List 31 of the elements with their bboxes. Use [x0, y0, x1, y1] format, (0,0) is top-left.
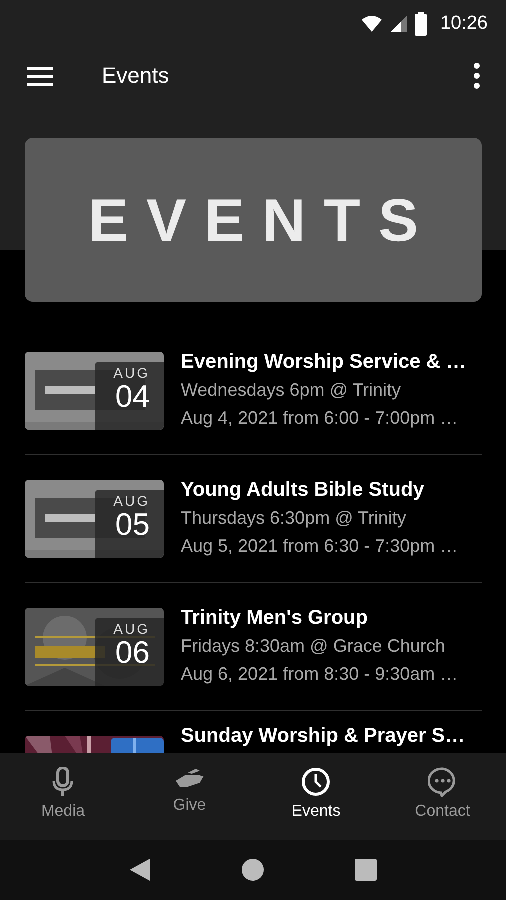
nav-tab[interactable]: Media: [0, 753, 126, 840]
back-icon[interactable]: [129, 858, 151, 882]
event-title[interactable]: Evening Worship Service & …: [181, 349, 466, 376]
nav-tab[interactable]: Events: [253, 753, 380, 840]
event-day: 06: [116, 636, 150, 668]
clock-icon: [301, 767, 332, 797]
microphone-icon: [51, 767, 76, 797]
wifi-icon: [360, 14, 384, 34]
event-day: 05: [116, 508, 150, 540]
chat-bubble-icon: [428, 767, 458, 797]
event-date-time: Aug 5, 2021 from 6:30 - 7:30pm …: [181, 535, 458, 558]
event-schedule: Thursdays 6:30pm @ Trinity: [181, 507, 408, 530]
event-title[interactable]: Sunday Worship & Prayer S…: [181, 723, 466, 750]
event-schedule: Wednesdays 6pm @ Trinity: [181, 379, 402, 402]
event-title[interactable]: Young Adults Bible Study: [181, 477, 458, 504]
signal-icon: [390, 15, 408, 33]
event-title[interactable]: Trinity Men's Group: [181, 605, 458, 632]
event-day: 04: [116, 380, 150, 412]
event-month: AUG: [114, 364, 150, 380]
event-schedule: Fridays 8:30am @ Grace Church: [181, 635, 446, 658]
event-date-time: Aug 4, 2021 from 6:00 - 7:00pm …: [181, 407, 460, 430]
battery-icon: [414, 12, 428, 36]
banner-title: EVENTS: [88, 186, 437, 254]
nav-tab[interactable]: Give: [126, 753, 253, 840]
screen-title: Events: [102, 63, 170, 89]
nav-tab[interactable]: Contact: [380, 753, 506, 840]
event-month: AUG: [114, 492, 150, 508]
status-time: 10:26: [440, 13, 488, 35]
home-icon[interactable]: [241, 858, 265, 882]
event-date-time: Aug 6, 2021 from 8:30 - 9:30am …: [181, 663, 458, 686]
event-month: AUG: [114, 620, 150, 636]
